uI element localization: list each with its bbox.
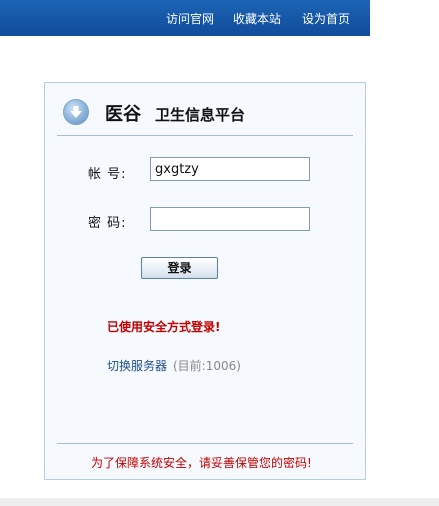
nav-set-homepage[interactable]: 设为首页 (302, 10, 350, 27)
nav-visit-official-site[interactable]: 访问官网 (166, 10, 214, 27)
down-arrow-circle-icon (63, 99, 89, 125)
login-button[interactable]: 登录 (141, 257, 218, 279)
password-input[interactable] (150, 207, 310, 231)
secure-login-message: 已使用安全方式登录! (107, 320, 221, 334)
brand-title: 医谷 (105, 104, 141, 125)
header-divider (57, 135, 353, 136)
current-server-note: (目前:1006) (173, 359, 241, 373)
platform-subtitle: 卫生信息平台 (155, 106, 246, 124)
switch-server-link[interactable]: 切换服务器 (107, 357, 167, 374)
footer-divider (57, 443, 353, 444)
login-panel: 医谷 卫生信息平台 帐 号: 密 码: 登录 已使用安全方式登录! 切换服务器 … (44, 82, 366, 480)
username-input[interactable] (150, 157, 310, 181)
password-label: 密 码: (88, 216, 127, 231)
bottom-strip (0, 498, 439, 506)
username-label: 帐 号: (88, 167, 127, 182)
password-safety-note: 为了保障系统安全，请妥善保管您的密码! (91, 456, 312, 470)
nav-bookmark-site[interactable]: 收藏本站 (233, 10, 281, 27)
top-navigation-bar: 访问官网 收藏本站 设为首页 (0, 0, 370, 36)
